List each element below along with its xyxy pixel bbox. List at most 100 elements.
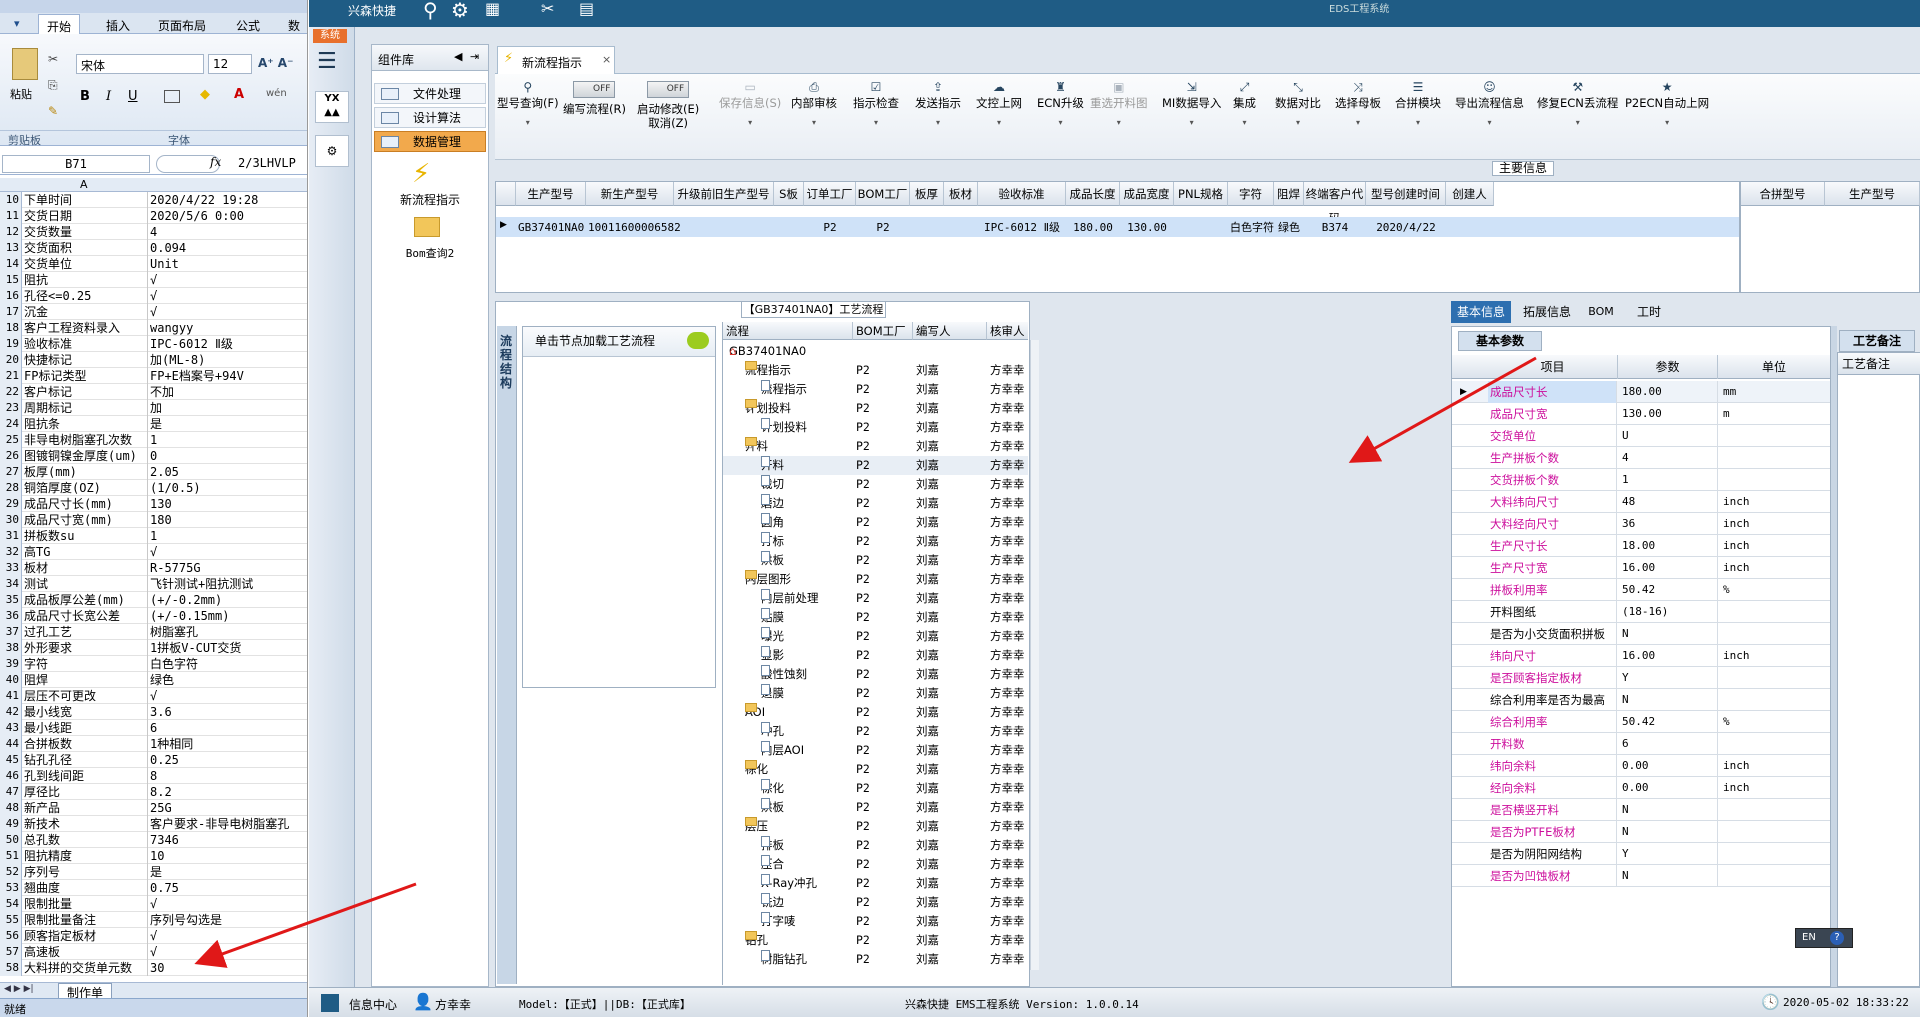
- grid-header[interactable]: 阻焊: [1274, 182, 1304, 206]
- cell-a[interactable]: 阻抗条: [24, 416, 148, 432]
- tree-row[interactable]: ⊟棕化P2刘嘉方幸幸已审核: [723, 760, 1028, 779]
- prop-row[interactable]: ▶ 成品尺寸长 180.00 mm: [1452, 381, 1830, 403]
- cell-b[interactable]: Unit: [150, 256, 307, 272]
- tree-header[interactable]: 流程: [723, 322, 853, 340]
- tree-node[interactable]: X-Ray冲孔: [761, 874, 853, 893]
- tree-node[interactable]: ⊟ 计划投料: [745, 399, 853, 418]
- tree-row[interactable]: 烘板P2刘嘉方幸幸已审核: [723, 798, 1028, 817]
- cell-a[interactable]: 板厚(mm): [24, 464, 148, 480]
- toolbar-button[interactable]: ⇲ MI数据导入 ▾: [1162, 80, 1221, 130]
- grid-cell[interactable]: [1448, 219, 1492, 237]
- cell-b[interactable]: 白色字符: [150, 656, 307, 672]
- sheet-row[interactable]: 19 验收标准 IPC-6012 Ⅱ级: [0, 336, 307, 352]
- excel-tab-home[interactable]: 开始: [38, 14, 81, 34]
- tree-row[interactable]: 打标P2刘嘉方幸幸已审核: [723, 532, 1028, 551]
- cell-a[interactable]: 高速板: [24, 944, 148, 960]
- sheet-row[interactable]: 11 交货日期 2020/5/6 0:00: [0, 208, 307, 224]
- sheet-row[interactable]: 25 非导电树脂塞孔次数 1: [0, 432, 307, 448]
- grid-cell[interactable]: 绿色: [1276, 219, 1302, 237]
- sheet-row[interactable]: 14 交货单位 Unit: [0, 256, 307, 272]
- cell-a[interactable]: 顾客指定板材: [24, 928, 148, 944]
- tree-row[interactable]: 内层前处理P2刘嘉方幸幸已审核: [723, 589, 1028, 608]
- cell-b[interactable]: √: [150, 304, 307, 320]
- tree-row[interactable]: X-Ray冲孔P2刘嘉方幸幸已审核: [723, 874, 1028, 893]
- tab-basic-info[interactable]: 基本信息: [1451, 301, 1511, 323]
- toggle-switch[interactable]: OFF: [573, 81, 616, 98]
- tree-node[interactable]: 圆角: [761, 513, 853, 532]
- row-number[interactable]: 20: [0, 352, 22, 368]
- info-center-label[interactable]: 信息中心: [349, 996, 397, 1013]
- cell-b[interactable]: 130: [150, 496, 307, 512]
- dropdown-arrow-icon[interactable]: ▾: [1537, 116, 1618, 130]
- sheet-row[interactable]: 50 总孔数 7346: [0, 832, 307, 848]
- menu-icon[interactable]: ☰: [317, 49, 337, 74]
- tree-row[interactable]: 树脂钻孔P2刘嘉方幸幸已审核: [723, 950, 1028, 969]
- sheet-row[interactable]: 23 周期标记加: [0, 400, 307, 416]
- grid-header[interactable]: 订单工厂: [804, 182, 856, 206]
- row-number[interactable]: 11: [0, 208, 22, 224]
- production-model-header[interactable]: 生产型号: [1825, 182, 1920, 206]
- paste-button[interactable]: 粘贴: [10, 86, 32, 102]
- italic-button[interactable]: I: [106, 89, 111, 104]
- row-number[interactable]: 14: [0, 256, 22, 272]
- prop-row[interactable]: 成品尺寸宽 130.00 m: [1452, 403, 1830, 425]
- prop-value[interactable]: N: [1618, 821, 1718, 843]
- grid-cell[interactable]: 180.00: [1068, 219, 1118, 237]
- sheet-row[interactable]: 29 成品尺寸长(mm) 130: [0, 496, 307, 512]
- cell-b[interactable]: wangyy: [150, 320, 307, 336]
- paste-icon[interactable]: [12, 48, 38, 80]
- tree-node[interactable]: 冲孔: [761, 722, 853, 741]
- cell-b[interactable]: 飞针测试+阻抗测试: [150, 576, 307, 592]
- grid-cell[interactable]: 白色字符: [1230, 219, 1274, 237]
- tree-header[interactable]: BOM工厂: [853, 322, 913, 340]
- cell-a[interactable]: 阻抗: [24, 272, 148, 288]
- sheet-row[interactable]: 16 孔径<=0.25 √: [0, 288, 307, 304]
- row-number[interactable]: 17: [0, 304, 22, 320]
- tree-node[interactable]: ⊟ 流程指示: [745, 361, 853, 380]
- tree-row[interactable]: 显影P2刘嘉方幸幸已审核: [723, 646, 1028, 665]
- tree-row[interactable]: 冲孔P2刘嘉方幸幸已审核: [723, 722, 1028, 741]
- cell-a[interactable]: 交货数量: [24, 224, 148, 240]
- sheet-row[interactable]: 20 快捷标记 加(ML-8): [0, 352, 307, 368]
- tree-row[interactable]: 裁切P2刘嘉方幸幸已审核: [723, 475, 1028, 494]
- cell-b[interactable]: √: [150, 272, 307, 288]
- prop-row[interactable]: 生产尺寸宽 16.00 inch: [1452, 557, 1830, 579]
- grid-cell[interactable]: IPC-6012 Ⅱ级: [980, 219, 1064, 237]
- prop-value[interactable]: 36: [1618, 513, 1718, 535]
- grid-header[interactable]: 成品宽度: [1120, 182, 1174, 206]
- dropdown-arrow-icon[interactable]: ▾: [1233, 116, 1256, 130]
- sheet-row[interactable]: 28 铜箔厚度(OZ) (1/0.5): [0, 480, 307, 496]
- row-number[interactable]: 24: [0, 416, 22, 432]
- phonetic-icon[interactable]: wén: [266, 88, 287, 99]
- grid-cell[interactable]: GB37401NA0: [518, 219, 584, 237]
- prop-value[interactable]: 1: [1618, 469, 1718, 491]
- row-number[interactable]: 54: [0, 896, 22, 912]
- row-number[interactable]: 12: [0, 224, 22, 240]
- cell-b[interactable]: 绿色: [150, 672, 307, 688]
- prop-row[interactable]: 开料图纸 (18-16): [1452, 601, 1830, 623]
- row-number[interactable]: 16: [0, 288, 22, 304]
- grid-cell[interactable]: B374: [1306, 219, 1364, 237]
- row-number[interactable]: 48: [0, 800, 22, 816]
- toggle-switch[interactable]: OFF: [647, 81, 690, 98]
- cell-a[interactable]: 周期标记: [24, 400, 148, 416]
- cell-b[interactable]: 30: [150, 960, 307, 976]
- prop-value[interactable]: 0.00: [1618, 777, 1718, 799]
- cell-b[interactable]: R-5775G: [150, 560, 307, 576]
- row-number[interactable]: 42: [0, 704, 22, 720]
- sheet-row[interactable]: 36 成品尺寸长宽公差 (+/-0.15mm): [0, 608, 307, 624]
- cell-b[interactable]: IPC-6012 Ⅱ级: [150, 336, 307, 352]
- copy-icon[interactable]: ⎘: [48, 78, 58, 93]
- sheet-row[interactable]: 33 板材 R-5775G: [0, 560, 307, 576]
- row-number[interactable]: 36: [0, 608, 22, 624]
- row-number[interactable]: 22: [0, 384, 22, 400]
- prop-row[interactable]: 是否为PTFE板材 N: [1452, 821, 1830, 843]
- panel-pin-icon[interactable]: ⇥: [470, 50, 479, 63]
- sheet-row[interactable]: 58 大料拼的交货单元数 30: [0, 960, 307, 976]
- cell-a[interactable]: 序列号: [24, 864, 148, 880]
- cell-a[interactable]: 板材: [24, 560, 148, 576]
- cell-a[interactable]: 验收标准: [24, 336, 148, 352]
- sheet-nav-icon[interactable]: ◀ ▶ ▶|: [4, 984, 34, 994]
- row-number[interactable]: 27: [0, 464, 22, 480]
- tree-node[interactable]: 曝光: [761, 627, 853, 646]
